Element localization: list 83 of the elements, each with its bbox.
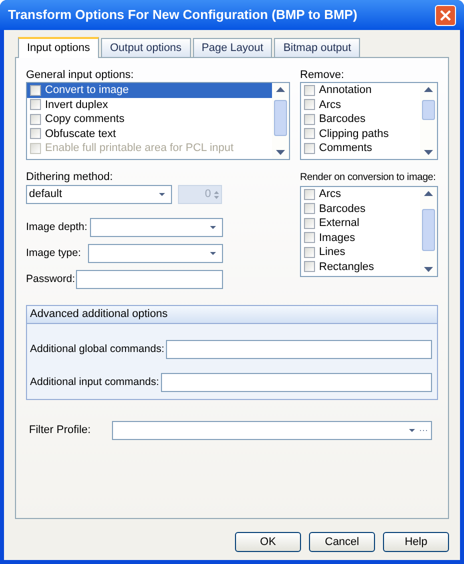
- field-label: Image depth:: [26, 220, 88, 235]
- item-label: External: [319, 216, 360, 231]
- list-item[interactable]: Copy comments: [27, 112, 272, 126]
- dropdown-arrow-icon: [210, 252, 216, 255]
- list-label: Render on conversion to image:: [300, 171, 436, 185]
- image-depth-dropdown[interactable]: [90, 218, 223, 237]
- field-label: Image type:: [26, 246, 82, 261]
- item-label: Lines: [319, 245, 346, 260]
- checkbox[interactable]: [304, 84, 315, 96]
- filter-profile-dropdown[interactable]: ···: [112, 421, 432, 440]
- group-title: Advanced additional options: [30, 307, 168, 322]
- list-item[interactable]: Invert duplex: [27, 98, 272, 112]
- dropdown-value: default: [29, 187, 64, 202]
- item-label: Convert to image: [45, 83, 129, 98]
- checkbox[interactable]: [304, 114, 315, 125]
- item-label: Enable full printable area for PCL input: [45, 141, 234, 156]
- field-label: Additional global commands:: [30, 342, 166, 357]
- list-label: General input options:: [26, 68, 135, 82]
- dialog-button[interactable]: OK: [235, 532, 301, 552]
- spin-arrows-icon: [214, 190, 219, 200]
- field-label: Filter Profile:: [28, 423, 92, 438]
- tab[interactable]: Page Layout: [192, 38, 272, 57]
- list-label: Remove:: [300, 68, 346, 82]
- window-title: Transform Options For New Configuration (BMP to BMP): [8, 6, 358, 24]
- scroll-up-icon[interactable]: [424, 191, 433, 196]
- checkbox[interactable]: [304, 261, 315, 272]
- checkbox[interactable]: [30, 99, 41, 110]
- dialog-button[interactable]: Cancel: [309, 532, 375, 552]
- list-item[interactable]: Obfuscate text: [27, 126, 272, 141]
- checkbox[interactable]: [304, 232, 315, 244]
- checkbox[interactable]: [304, 188, 315, 200]
- dropdown-arrow-icon: [210, 226, 216, 229]
- item-label: Comments: [319, 141, 372, 156]
- scroll-thumb[interactable]: [422, 100, 435, 120]
- item-label: Barcodes: [319, 112, 366, 127]
- dialog-button[interactable]: Help: [383, 532, 449, 552]
- scroll-thumb[interactable]: [422, 208, 435, 250]
- field-label: Password:: [26, 272, 76, 287]
- dropdown-arrow-icon: [159, 193, 165, 196]
- close-button[interactable]: [435, 4, 456, 26]
- dithering-dropdown[interactable]: default: [26, 185, 172, 204]
- tab[interactable]: Input options: [18, 37, 99, 58]
- text-field[interactable]: [166, 340, 432, 359]
- password-field[interactable]: [76, 270, 223, 289]
- scroll-thumb[interactable]: [274, 100, 287, 136]
- item-label: Barcodes: [319, 202, 366, 216]
- spin-value: 0: [204, 187, 211, 202]
- item-label: Images: [319, 230, 356, 246]
- scroll-down-icon[interactable]: [276, 150, 285, 155]
- scrollbar[interactable]: [272, 83, 289, 159]
- item-label: Annotation: [319, 83, 372, 98]
- checkbox[interactable]: [30, 128, 41, 140]
- scrollbar[interactable]: [420, 187, 437, 276]
- image-type-dropdown[interactable]: [88, 244, 223, 263]
- field-label: Additional input commands:: [30, 374, 160, 390]
- close-icon: [440, 10, 451, 20]
- item-label: Arcs: [319, 187, 341, 202]
- browse-button[interactable]: ···: [419, 426, 428, 435]
- scroll-down-icon[interactable]: [424, 267, 433, 272]
- scroll-down-icon[interactable]: [424, 150, 433, 155]
- item-label: Obfuscate text: [45, 126, 116, 142]
- scroll-up-icon[interactable]: [276, 87, 285, 92]
- list-item[interactable]: Convert to image: [27, 83, 272, 98]
- checkbox[interactable]: [304, 246, 315, 258]
- scroll-up-icon[interactable]: [424, 87, 433, 92]
- item-label: Rectangles: [319, 260, 374, 274]
- item-label: Arcs: [319, 98, 341, 112]
- checkbox[interactable]: [30, 114, 41, 125]
- item-label: Copy comments: [45, 112, 124, 127]
- field-label: Dithering method:: [26, 170, 114, 185]
- checkbox[interactable]: [304, 99, 315, 110]
- checkbox[interactable]: [30, 84, 41, 96]
- checkbox[interactable]: [304, 128, 315, 140]
- text-field[interactable]: [161, 373, 432, 392]
- checkbox[interactable]: [304, 203, 315, 214]
- checkbox[interactable]: [304, 218, 315, 229]
- scrollbar[interactable]: [420, 83, 437, 159]
- dropdown-arrow-icon: [409, 429, 415, 432]
- checkbox[interactable]: [304, 142, 315, 154]
- tab[interactable]: Bitmap output: [274, 38, 360, 57]
- item-label: Clipping paths: [319, 126, 389, 142]
- item-label: Invert duplex: [45, 98, 108, 112]
- tab[interactable]: Output options: [101, 38, 191, 57]
